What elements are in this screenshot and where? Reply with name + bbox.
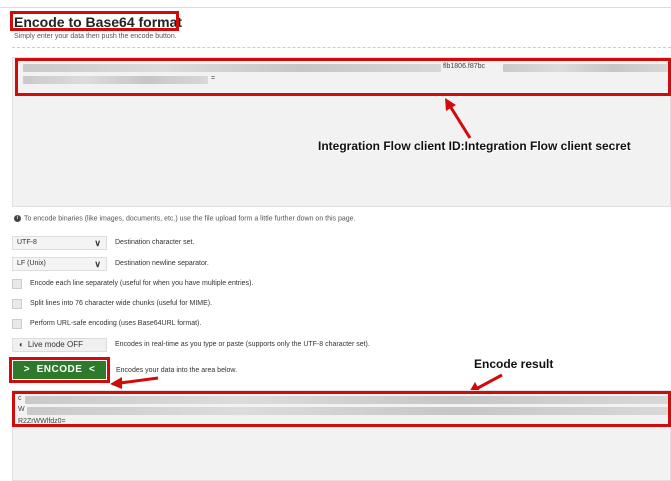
newline-label: Destination newline separator. [115, 260, 209, 267]
toggle-icon: ◐ [19, 340, 24, 349]
result-highlight-box [12, 391, 671, 427]
chevron-down-icon: ∨ [94, 259, 101, 269]
charset-select[interactable]: UTF-8 ∨ [12, 236, 107, 250]
encode-button-highlight-box [9, 357, 110, 383]
top-divider [0, 7, 671, 8]
info-text: To encode binaries (like images, documen… [24, 215, 356, 223]
live-mode-description: Encodes in real-time as you type or past… [115, 341, 370, 348]
url-safe-checkbox[interactable] [12, 319, 22, 329]
binary-info-note: i To encode binaries (like images, docume… [14, 215, 356, 222]
split-lines-label: Split lines into 76 character wide chunk… [30, 300, 213, 307]
encode-each-line-label: Encode each line separately (useful for … [30, 280, 254, 287]
newline-value: LF (Unix) [17, 260, 46, 267]
charset-label: Destination character set. [115, 239, 195, 246]
encode-each-line-checkbox[interactable] [12, 279, 22, 289]
split-lines-checkbox[interactable] [12, 299, 22, 309]
section-divider [12, 47, 671, 48]
input-annotation-label: Integration Flow client ID:Integration F… [318, 139, 631, 153]
annotation-arrow [110, 376, 159, 389]
annotation-arrow [445, 98, 472, 139]
input-highlight-box [15, 58, 671, 96]
result-annotation-label: Encode result [474, 357, 554, 371]
info-icon: i [14, 215, 21, 222]
chevron-down-icon: ∨ [94, 238, 101, 248]
newline-select[interactable]: LF (Unix) ∨ [12, 257, 107, 271]
title-highlight-box [10, 11, 179, 31]
live-mode-toggle[interactable]: ◐ Live mode OFF [12, 338, 107, 352]
charset-value: UTF-8 [17, 239, 37, 246]
url-safe-label: Perform URL-safe encoding (uses Base64UR… [30, 320, 202, 327]
page-subtitle: Simply enter your data then push the enc… [14, 33, 177, 40]
live-mode-label: Live mode OFF [27, 340, 83, 349]
